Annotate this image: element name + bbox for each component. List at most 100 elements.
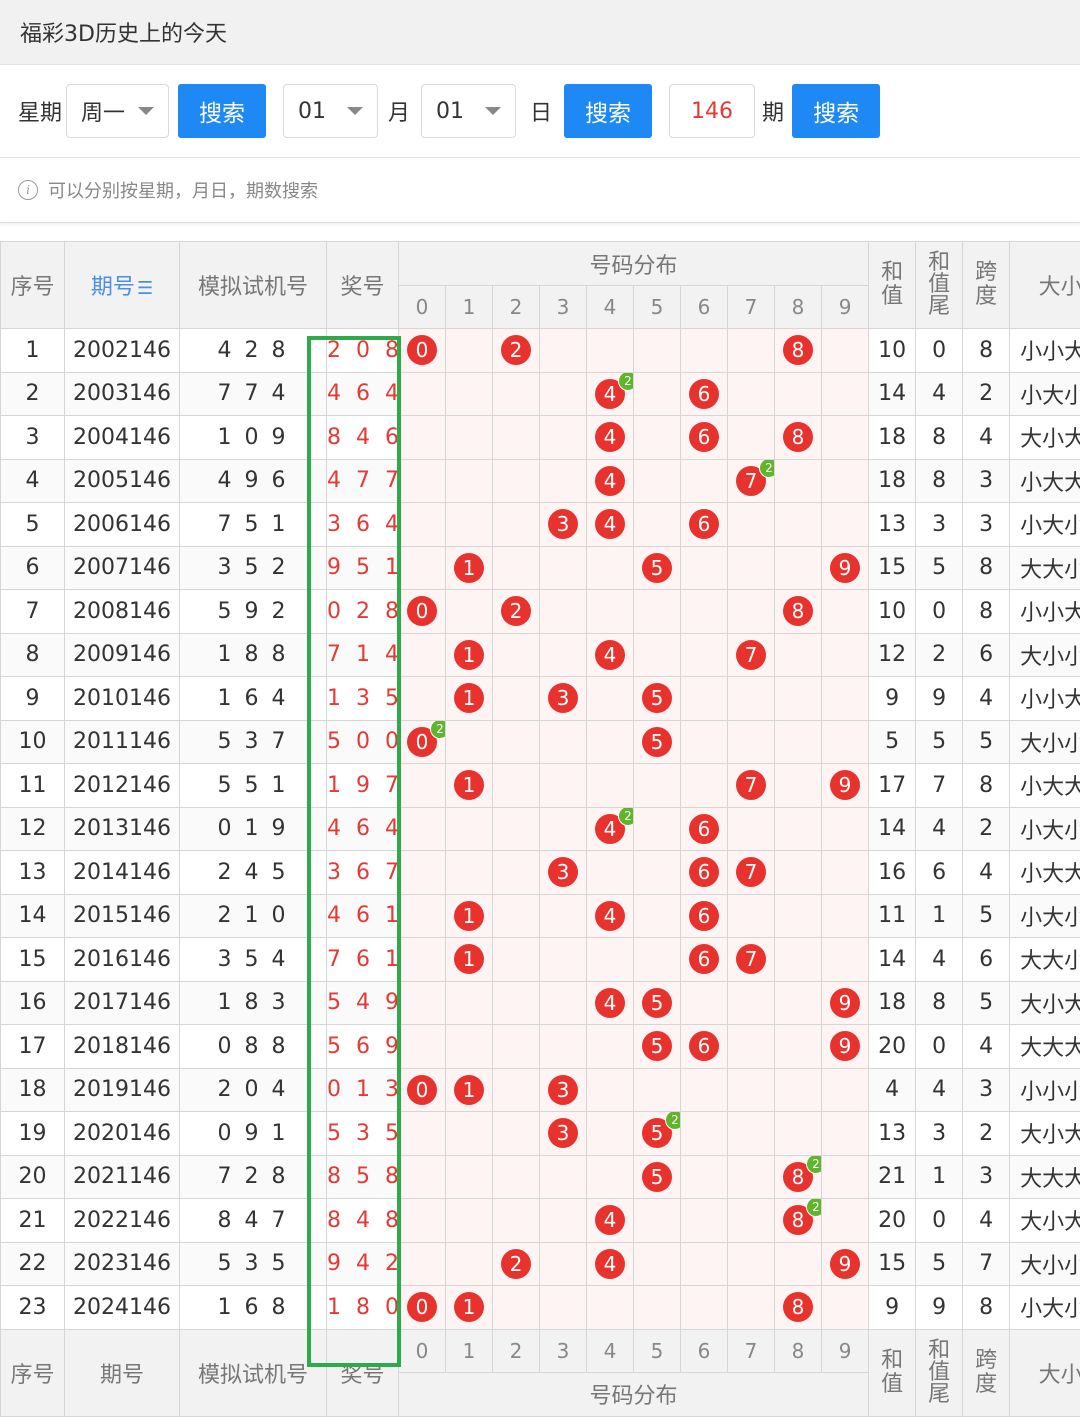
footer-header-period: 期号 xyxy=(64,1328,180,1417)
distribution-cell xyxy=(586,1067,634,1112)
footer-digit-header-4: 4 xyxy=(586,1328,634,1373)
distribution-cell: 52 xyxy=(633,1111,681,1156)
day-select[interactable]: 01 xyxy=(421,84,517,138)
distribution-cell: 3 xyxy=(539,850,587,895)
number-ball: 4 xyxy=(595,900,625,931)
table-row: 23 2024146 1 6 81 8 0 0 1 8 9 9 8 小大小 xyxy=(0,1285,1080,1330)
row-size: 小大小 xyxy=(1009,806,1080,851)
table-row: 10 2011146 5 3 75 0 0 0 2 5 5 5 5 大小小 xyxy=(0,719,1080,764)
period-search-button[interactable]: 搜索 xyxy=(792,84,881,138)
search-tip: i 可以分别按星期，月日，期数搜索 xyxy=(0,158,1080,223)
repeat-count-badge: 2 xyxy=(430,720,445,739)
distribution-cell xyxy=(398,676,446,721)
date-search-button[interactable]: 搜索 xyxy=(564,84,653,138)
distribution-cell xyxy=(774,371,822,416)
sort-icon: ☰ xyxy=(136,278,154,299)
repeat-count-badge: 2 xyxy=(618,372,633,391)
distribution-cell: 4 xyxy=(586,893,634,938)
row-sum-tail: 0 xyxy=(915,589,964,634)
distribution-cell xyxy=(633,328,681,373)
distribution-cell xyxy=(539,980,587,1025)
row-period: 2021146 xyxy=(64,1154,180,1199)
distribution-cell xyxy=(727,589,775,634)
distribution-cell xyxy=(727,1154,775,1199)
distribution-cell xyxy=(398,1154,446,1199)
row-span: 6 xyxy=(962,937,1011,982)
distribution-cell xyxy=(727,1067,775,1112)
row-sim-number: 3 5 2 xyxy=(179,545,327,590)
row-sum: 9 xyxy=(868,1285,917,1330)
number-ball: 9 xyxy=(830,1248,861,1279)
month-select[interactable]: 01 xyxy=(283,84,379,138)
row-sim-number: 2 4 5 xyxy=(179,850,327,895)
col-header-sum: 和 值 xyxy=(868,241,917,329)
distribution-cell xyxy=(727,545,775,590)
distribution-cell: 7 xyxy=(727,850,775,895)
row-size: 小小大 xyxy=(1009,676,1080,721)
distribution-cell xyxy=(492,893,540,938)
row-sim-number: 1 6 4 xyxy=(179,676,327,721)
row-span: 6 xyxy=(962,632,1011,677)
distribution-cell xyxy=(820,676,870,721)
distribution-cell xyxy=(492,415,540,460)
row-size: 小小大 xyxy=(1009,328,1080,373)
distribution-cell: 4 xyxy=(586,1198,634,1243)
row-period: 2016146 xyxy=(64,937,180,982)
distribution-cell xyxy=(680,545,728,590)
period-input[interactable]: 146 xyxy=(669,84,756,138)
distribution-cell xyxy=(774,719,822,764)
footer-header-win: 奖号 xyxy=(326,1328,399,1417)
row-size: 大小大 xyxy=(1009,415,1080,460)
row-sim-number: 1 8 8 xyxy=(179,632,327,677)
distribution-cell xyxy=(727,1198,775,1243)
number-ball: 1 xyxy=(454,770,484,801)
history-table-container[interactable]: 序号 期号 ☰ 模拟试机号 奖号 号码分布和 值和 值 尾跨 度大小 0 1 2 3 4 5 6 7 8 9 … xyxy=(0,241,1080,1419)
row-sim-number: 5 9 2 xyxy=(179,589,327,634)
distribution-cell xyxy=(398,502,446,547)
number-ball: 1 xyxy=(454,552,484,583)
col-header-index: 序号 xyxy=(0,241,65,329)
distribution-cell xyxy=(539,937,587,982)
distribution-cell xyxy=(492,719,540,764)
distribution-cell xyxy=(680,1067,728,1112)
row-sim-number: 7 7 4 xyxy=(179,371,327,416)
distribution-cell xyxy=(633,850,681,895)
distribution-cell xyxy=(633,937,681,982)
row-winning-number: 1 3 5 xyxy=(326,676,399,721)
number-ball: 0 xyxy=(407,335,437,366)
distribution-cell xyxy=(445,980,493,1025)
distribution-cell xyxy=(633,1198,681,1243)
distribution-cell xyxy=(539,545,587,590)
distribution-cell xyxy=(445,328,493,373)
distribution-cell xyxy=(633,1285,681,1330)
distribution-cell xyxy=(727,1024,775,1069)
number-ball: 4 xyxy=(595,639,625,670)
chevron-down-icon xyxy=(138,107,155,115)
row-span: 5 xyxy=(962,893,1011,938)
digit-header-2: 2 xyxy=(492,285,540,329)
row-index: 18 xyxy=(0,1067,65,1112)
distribution-cell xyxy=(398,850,446,895)
row-sum: 20 xyxy=(868,1198,917,1243)
row-span: 3 xyxy=(962,1067,1011,1112)
distribution-cell: 7 xyxy=(727,632,775,677)
row-sim-number: 7 2 8 xyxy=(179,1154,327,1199)
row-sim-number: 1 6 8 xyxy=(179,1285,327,1330)
row-span: 8 xyxy=(962,589,1011,634)
row-sum: 10 xyxy=(868,328,917,373)
row-size: 小小小 xyxy=(1009,1067,1080,1112)
row-sim-number: 5 5 1 xyxy=(179,763,327,808)
col-header-period[interactable]: 期号 ☰ xyxy=(64,241,180,329)
row-index: 12 xyxy=(0,806,65,851)
distribution-cell xyxy=(680,1154,728,1199)
distribution-cell xyxy=(680,1241,728,1286)
row-period: 2006146 xyxy=(64,502,180,547)
distribution-cell xyxy=(774,545,822,590)
footer-header-sum: 和 值 xyxy=(868,1328,917,1417)
weekday-search-button[interactable]: 搜索 xyxy=(178,84,267,138)
distribution-cell xyxy=(633,502,681,547)
row-index: 22 xyxy=(0,1241,65,1286)
number-ball: 4 xyxy=(595,1205,625,1236)
number-ball: 7 xyxy=(736,857,766,888)
weekday-select[interactable]: 周一 xyxy=(66,84,170,138)
